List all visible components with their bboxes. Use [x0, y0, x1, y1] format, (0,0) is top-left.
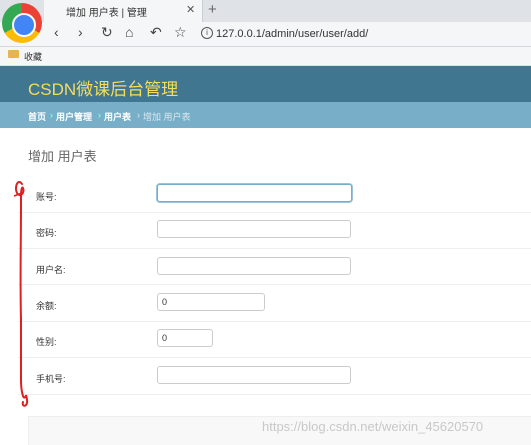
breadcrumb-separator: › — [98, 110, 101, 120]
row-divider — [18, 248, 531, 249]
breadcrumb-separator: › — [137, 110, 140, 120]
field-label-username: 用户名: — [36, 265, 66, 275]
account-input[interactable] — [157, 184, 352, 202]
back-icon[interactable]: ‹ — [54, 24, 59, 40]
new-tab-button[interactable]: + — [208, 1, 217, 18]
bookmark-label[interactable]: 收藏 — [24, 50, 42, 63]
username-input[interactable] — [157, 257, 351, 275]
field-label-gender: 性别: — [36, 337, 57, 347]
field-label-account: 账号: — [36, 192, 57, 202]
info-icon[interactable]: i — [201, 27, 213, 39]
row-divider — [18, 394, 531, 395]
row-divider — [18, 212, 531, 213]
bookmarks-bar — [0, 47, 531, 66]
gender-input[interactable] — [157, 329, 213, 347]
breadcrumb-app[interactable]: 用户管理 — [56, 110, 92, 123]
row-divider — [18, 284, 531, 285]
breadcrumb-current: 增加 用户表 — [143, 112, 191, 122]
breadcrumb-model[interactable]: 用户表 — [104, 110, 131, 123]
tab-close-icon[interactable]: ✕ — [186, 3, 195, 16]
field-label-balance: 余额: — [36, 301, 57, 311]
password-input[interactable] — [157, 220, 351, 238]
home-icon[interactable]: ⌂ — [125, 24, 133, 40]
star-icon[interactable]: ☆ — [174, 24, 187, 41]
url-text[interactable]: 127.0.0.1/admin/user/user/add/ — [216, 28, 368, 40]
forward-icon[interactable]: › — [78, 24, 83, 40]
site-brand[interactable]: CSDN微课后台管理 — [28, 75, 178, 100]
field-label-phone: 手机号: — [36, 374, 66, 384]
phone-input[interactable] — [157, 366, 351, 384]
field-label-password: 密码: — [36, 228, 57, 238]
tab-title[interactable]: 增加 用户表 | 管理 — [66, 4, 147, 19]
undo-icon[interactable]: ↶ — [150, 24, 162, 41]
folder-icon[interactable] — [8, 50, 19, 58]
breadcrumb-home[interactable]: 首页 — [28, 110, 46, 123]
page-title: 增加 用户表 — [28, 149, 97, 164]
browser-logo-center — [12, 13, 36, 37]
breadcrumb-separator: › — [50, 110, 53, 120]
row-divider — [18, 321, 531, 322]
reload-icon[interactable]: ↻ — [101, 24, 113, 41]
balance-input[interactable] — [157, 293, 265, 311]
row-divider — [18, 357, 531, 358]
watermark: https://blog.csdn.net/weixin_45620570 — [262, 419, 484, 434]
